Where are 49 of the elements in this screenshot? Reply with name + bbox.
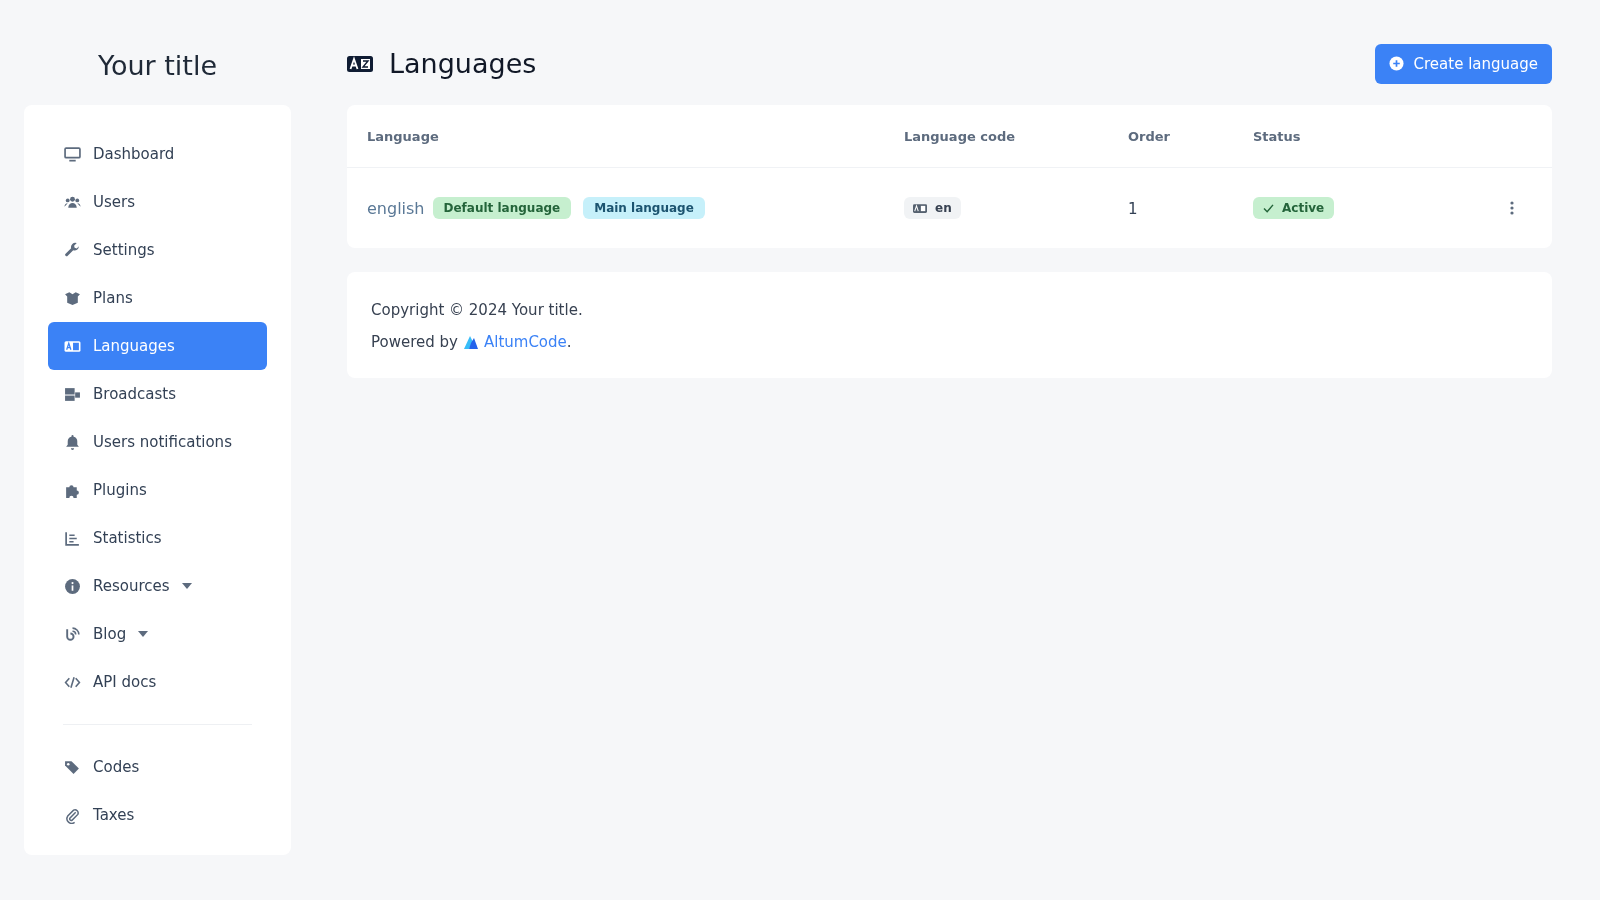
brand-title[interactable]: Your title: [24, 0, 291, 105]
column-header: Language: [367, 128, 440, 144]
sidebar-item[interactable]: Resources: [48, 562, 267, 610]
language-icon: [913, 203, 927, 213]
language-code-badge: en: [904, 197, 961, 219]
period-text: .: [566, 332, 572, 353]
caret-icon: [181, 583, 192, 589]
plus-circle-icon: [1388, 56, 1404, 71]
bell-icon: [64, 433, 81, 451]
logo-icon: [462, 334, 479, 350]
clip-icon: [64, 806, 81, 824]
tags-icon: [64, 758, 81, 776]
create-language-button[interactable]: Create language: [1374, 43, 1552, 84]
powered-by-text: Powered by: [371, 332, 458, 353]
sidebar-item[interactable]: Plugins: [48, 466, 267, 514]
column-header: Order: [1128, 128, 1171, 144]
copyright-text: Copyright © 2024 Your title.: [371, 300, 584, 321]
broadcast-icon: [64, 385, 81, 403]
sidebar-item[interactable]: Settings: [48, 226, 267, 274]
check-icon: [1263, 203, 1274, 213]
page-title: Languages: [389, 48, 538, 79]
box-icon: [64, 289, 81, 307]
sidebar-item[interactable]: Plans: [48, 274, 267, 322]
sidebar-item[interactable]: Languages: [48, 322, 267, 370]
sidebar-item[interactable]: Statistics: [48, 514, 267, 562]
order-value: 1: [1128, 199, 1138, 218]
sidebar-item[interactable]: Codes: [48, 743, 267, 791]
status-badge: Active: [1253, 197, 1335, 219]
column-header: Language code: [904, 128, 1017, 144]
altumcode-link[interactable]: AltumCode: [483, 326, 567, 358]
language-badge: Default language: [432, 197, 572, 219]
column-header: Status: [1253, 128, 1302, 144]
sidebar-item[interactable]: Dashboard: [48, 130, 267, 178]
vertical-dots-icon: [1510, 201, 1514, 215]
sidebar-item[interactable]: Taxes: [48, 791, 267, 839]
wrench-icon: [64, 241, 81, 259]
monitor-icon: [64, 145, 81, 163]
sidebar-item[interactable]: Users: [48, 178, 267, 226]
chart-icon: [64, 529, 81, 547]
sidebar-item[interactable]: Blog: [48, 610, 267, 658]
blog-icon: [64, 625, 81, 643]
caret-icon: [138, 631, 149, 637]
info-icon: [64, 577, 81, 595]
sidebar-item[interactable]: Users notifications: [48, 418, 267, 466]
language-badge: Main language: [583, 197, 705, 219]
language-icon: [347, 55, 373, 72]
sidebar-item[interactable]: API docs: [48, 658, 267, 706]
language-link[interactable]: english: [367, 198, 425, 218]
sidebar-item[interactable]: Broadcasts: [48, 370, 267, 418]
